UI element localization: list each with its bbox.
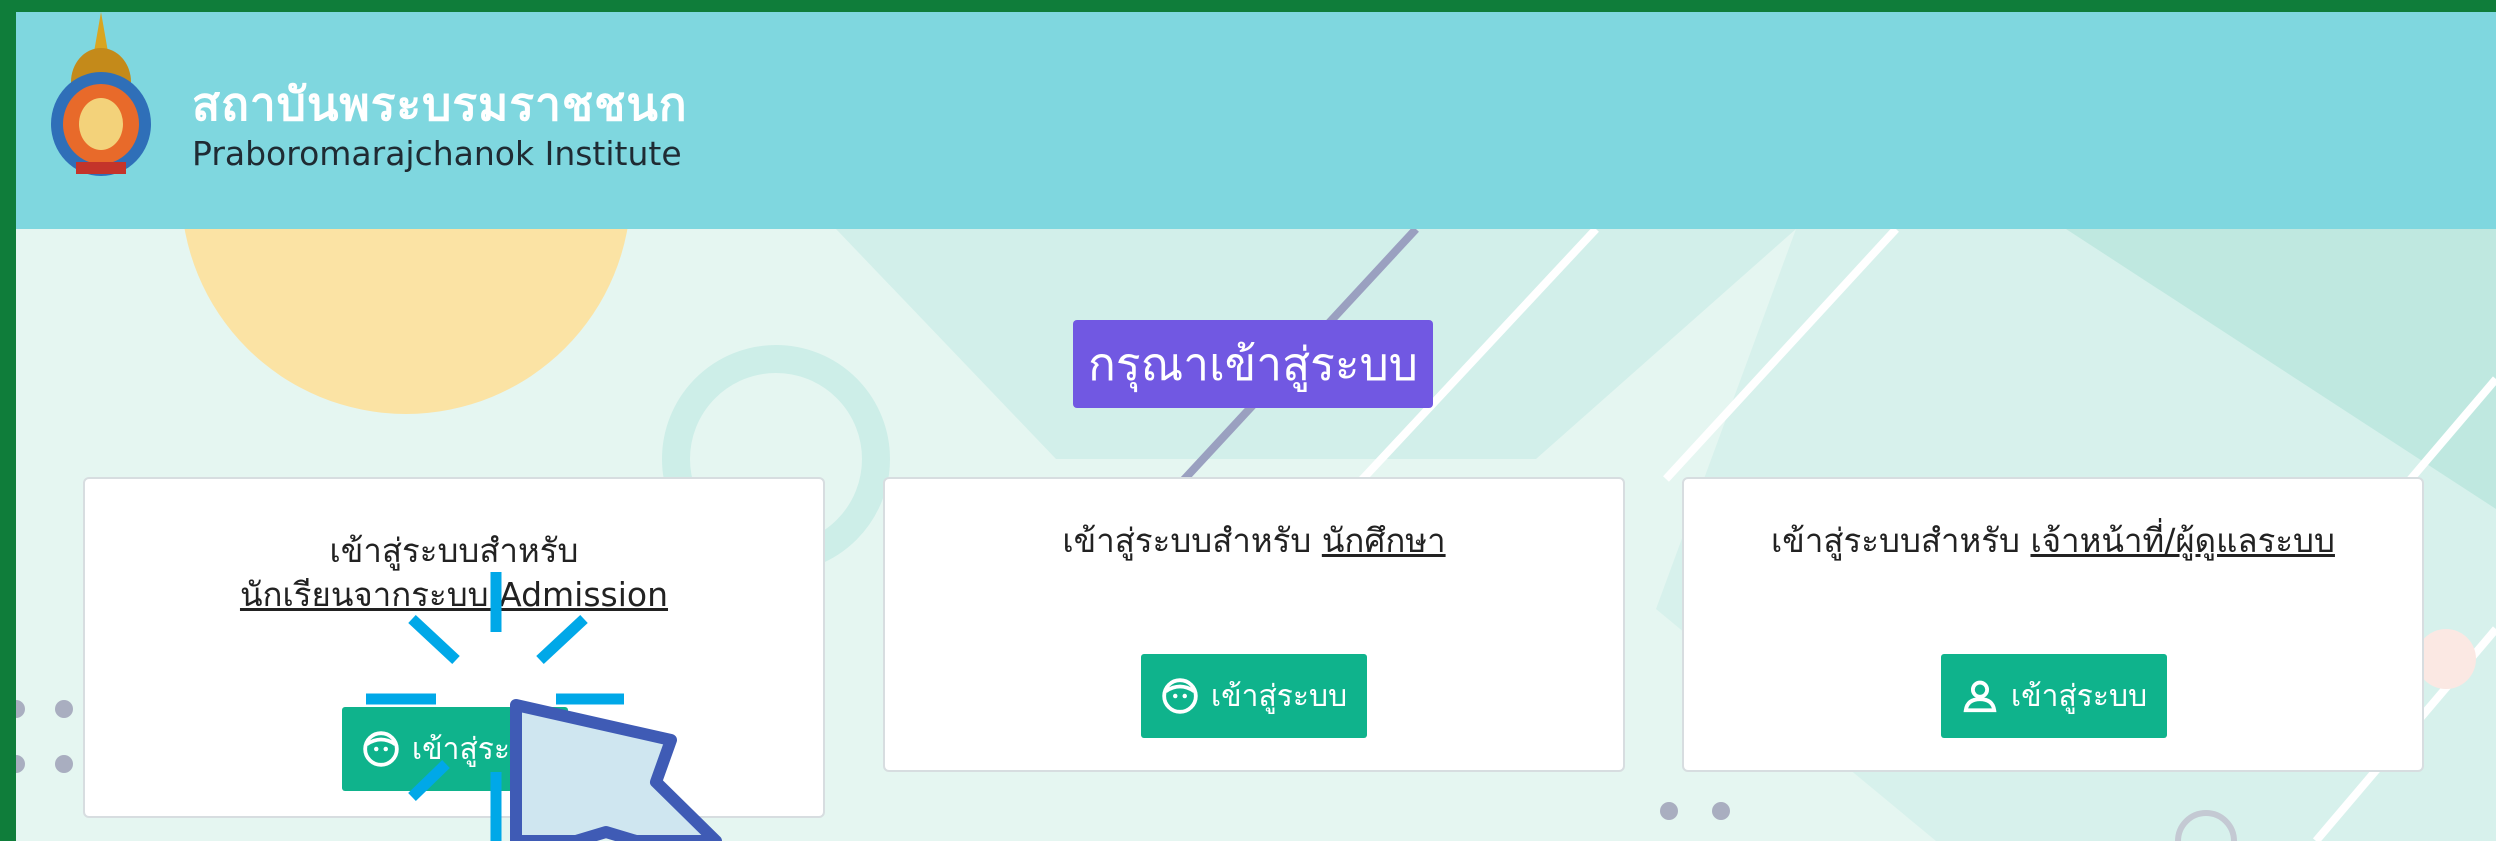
card-target-link[interactable]: นักเรียนจากระบบ Admission [85,573,823,617]
institute-emblem-icon [51,12,151,176]
card-target-link[interactable]: นักศึกษา [1322,521,1446,560]
site-header: สถาบันพระบรมราชชนก Praboromarajchanok In… [16,12,2496,229]
card-heading: เข้าสู่ระบบสำหรับ นักเรียนจากระบบ Admiss… [85,529,823,617]
institute-name-thai: สถาบันพระบรมราชชนก [192,77,688,131]
card-heading: เข้าสู่ระบบสำหรับ เจ้าหน้าที่/ผู้ดูแลระบ… [1684,519,2422,563]
login-button-admission[interactable]: เข้าสู่ระบบ [342,707,568,791]
login-button-label: เข้าสู่ระบบ [1210,678,1348,714]
login-card-admission: เข้าสู่ระบบสำหรับ นักเรียนจากระบบ Admiss… [83,477,825,818]
page-title: กรุณาเข้าสู่ระบบ [1073,320,1433,408]
login-button-label: เข้าสู่ระบบ [2010,678,2148,714]
face-icon [1162,678,1198,714]
login-button-student[interactable]: เข้าสู่ระบบ [1141,654,1367,738]
login-button-label: เข้าสู่ระบบ [411,731,549,767]
card-target-link[interactable]: เจ้าหน้าที่/ผู้ดูแลระบบ [2030,521,2334,560]
institute-name-english: Praboromarajchanok Institute [192,134,682,173]
card-heading: เข้าสู่ระบบสำหรับ นักศึกษา [885,519,1623,563]
page-frame: สถาบันพระบรมราชชนก Praboromarajchanok In… [16,12,2496,841]
card-prefix: เข้าสู่ระบบสำหรับ [329,531,579,570]
login-card-student: เข้าสู่ระบบสำหรับ นักศึกษา เข้าสู่ระบบ [883,477,1625,772]
login-card-staff: เข้าสู่ระบบสำหรับ เจ้าหน้าที่/ผู้ดูแลระบ… [1682,477,2424,772]
user-icon [1963,680,1997,713]
login-button-staff[interactable]: เข้าสู่ระบบ [1941,654,2167,738]
face-icon [363,731,399,767]
card-prefix: เข้าสู่ระบบสำหรับ [1062,521,1312,560]
card-prefix: เข้าสู่ระบบสำหรับ [1771,521,2020,560]
